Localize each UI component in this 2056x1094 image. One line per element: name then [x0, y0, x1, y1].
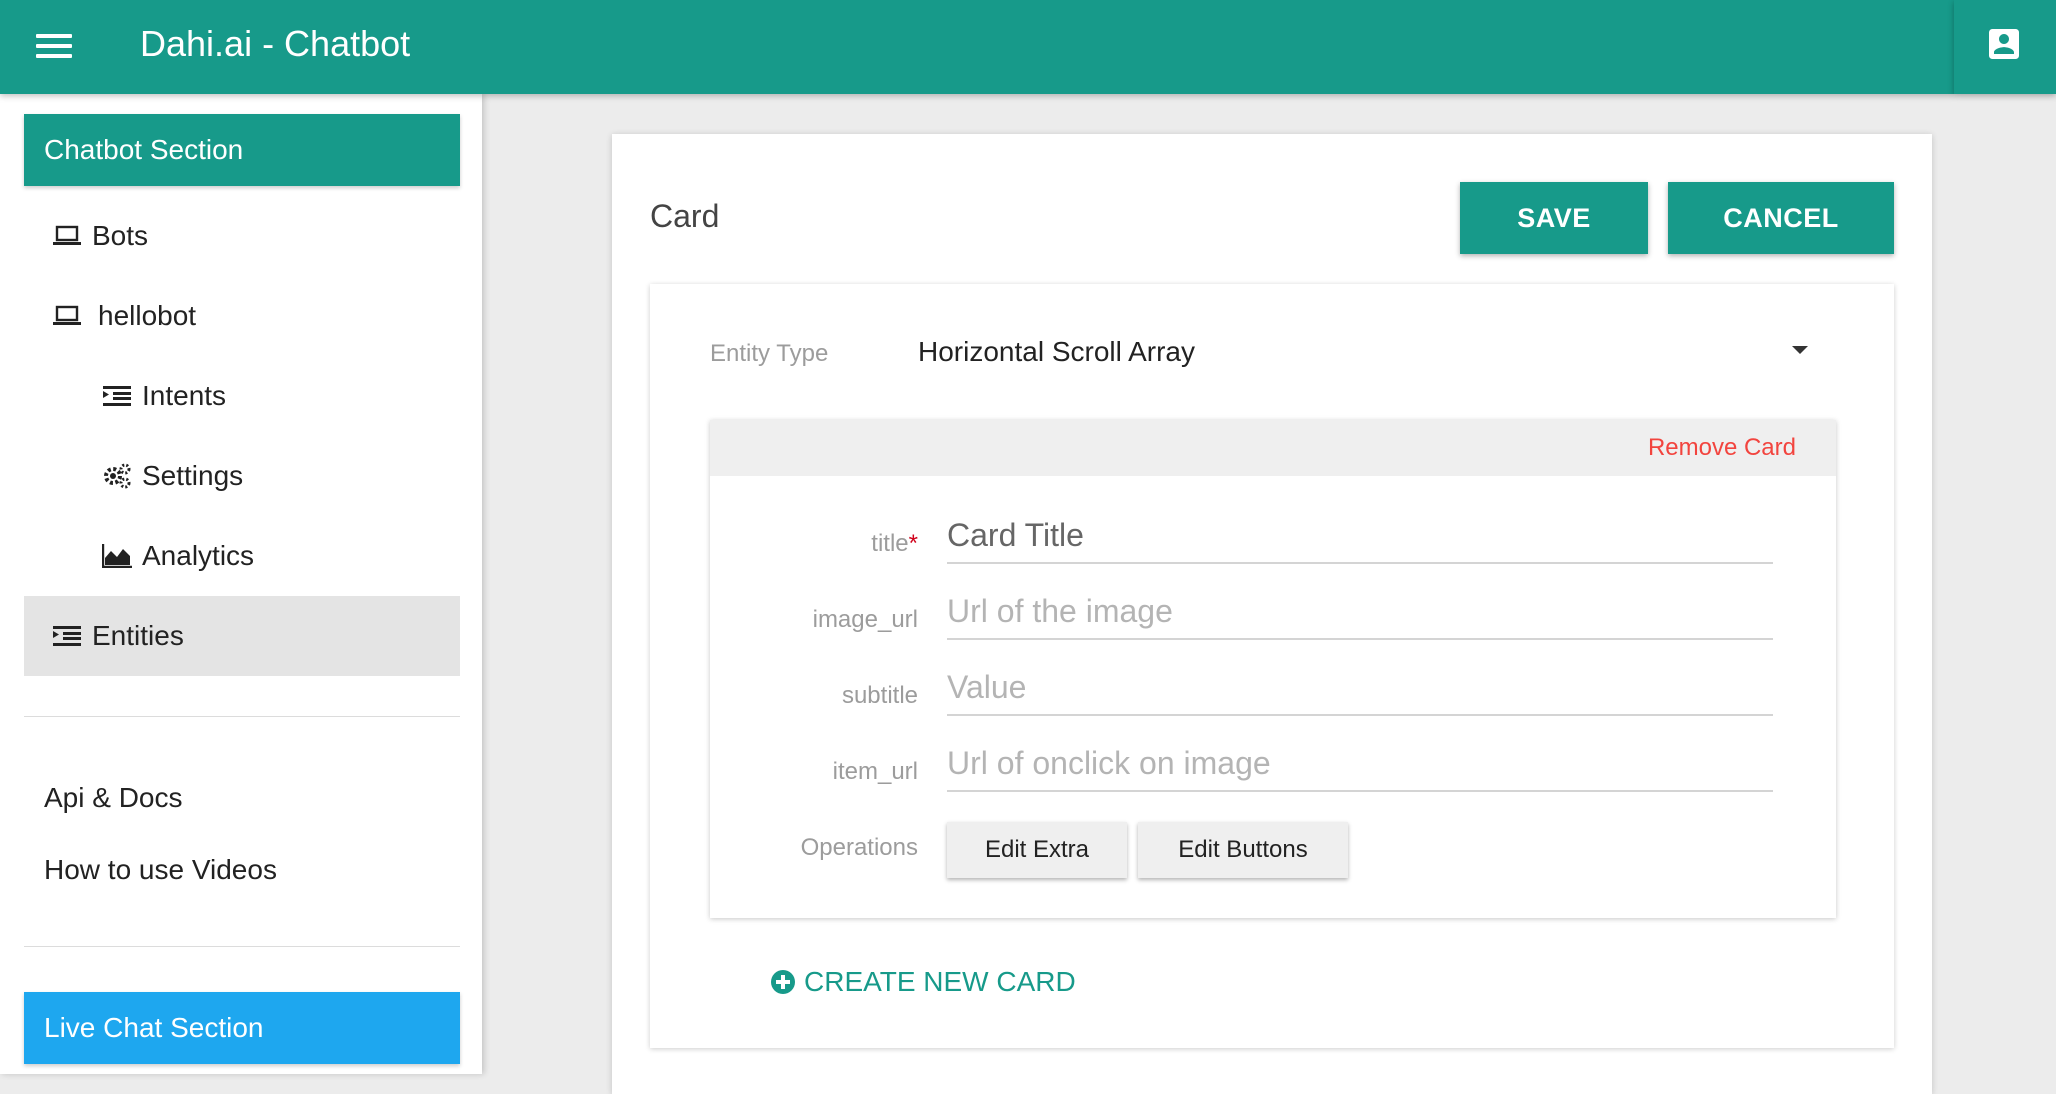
sidebar-item-label: Analytics: [142, 540, 255, 571]
sidebar-divider: [24, 946, 460, 947]
sidebar-item-entities[interactable]: Entities: [24, 596, 460, 676]
sidebar-item-bots[interactable]: Bots: [24, 196, 460, 276]
hamburger-menu-icon[interactable]: [34, 28, 74, 64]
sidebar-item-hellobot[interactable]: hellobot: [24, 276, 460, 356]
sidebar-item-analytics[interactable]: Analytics: [24, 516, 460, 596]
sidebar-item-settings[interactable]: Settings: [24, 436, 460, 516]
cancel-button[interactable]: CANCEL: [1668, 182, 1894, 254]
sidebar-divider: [24, 716, 460, 717]
edit-extra-button[interactable]: Edit Extra: [947, 822, 1127, 878]
list-indent-icon: [52, 625, 82, 647]
top-app-bar: Dahi.ai - Chatbot: [0, 0, 1954, 94]
create-new-card-label: CREATE NEW CARD: [804, 966, 1076, 997]
plus-circle-icon: [770, 969, 796, 995]
create-new-card-button[interactable]: CREATE NEW CARD: [770, 966, 1076, 998]
operations-label: Operations: [800, 834, 918, 861]
sidebar-item-intents[interactable]: Intents: [24, 356, 460, 436]
edit-buttons-button[interactable]: Edit Buttons: [1138, 822, 1348, 878]
caret-down-icon[interactable]: [1792, 346, 1808, 354]
gears-icon: [102, 462, 132, 490]
sidebar: Chatbot Section Bots hellobot Intents Se…: [0, 94, 482, 1074]
api-docs-link[interactable]: Api & Docs: [44, 782, 183, 814]
entity-type-value: Horizontal Scroll Array: [918, 336, 1195, 367]
sidebar-item-label: hellobot: [98, 300, 197, 331]
chatbot-section-header[interactable]: Chatbot Section: [24, 114, 460, 186]
how-to-use-videos-link[interactable]: How to use Videos: [44, 854, 277, 886]
remove-card-button[interactable]: Remove Card: [1648, 434, 1796, 462]
laptop-icon: [52, 225, 82, 247]
laptop-icon: [52, 305, 82, 327]
item-url-input[interactable]: [947, 736, 1773, 792]
account-box-icon: [1989, 29, 2019, 59]
save-button[interactable]: SAVE: [1460, 182, 1648, 254]
sidebar-item-label: Settings: [142, 460, 244, 491]
subtitle-input[interactable]: [947, 660, 1773, 716]
entity-editor: Entity Type Horizontal Scroll Array Remo…: [650, 284, 1894, 1048]
title-label-text: title: [871, 530, 909, 557]
sidebar-item-label: Entities: [92, 620, 184, 651]
live-chat-section-header[interactable]: Live Chat Section: [24, 992, 460, 1064]
profile-button[interactable]: [1954, 0, 2056, 94]
app-title: Dahi.ai - Chatbot: [140, 23, 411, 64]
sidebar-item-label: Bots: [92, 220, 149, 251]
area-chart-icon: [102, 544, 132, 568]
card-item: Remove Card title* image_url subtitle it…: [710, 420, 1836, 918]
title-field-label: title*: [871, 530, 918, 558]
image-url-field-label: image_url: [812, 606, 918, 633]
title-input[interactable]: [947, 508, 1773, 564]
list-indent-icon: [102, 385, 132, 407]
entity-type-label: Entity Type: [710, 340, 829, 367]
page-title: Card: [650, 198, 720, 234]
item-url-field-label: item_url: [832, 758, 918, 785]
card-header: Remove Card: [710, 420, 1836, 476]
subtitle-field-label: subtitle: [841, 682, 918, 709]
sidebar-item-label: Intents: [142, 380, 227, 411]
required-mark: *: [908, 530, 918, 557]
card-editor-panel: Card SAVE CANCEL Entity Type Horizontal …: [612, 134, 1932, 1094]
image-url-input[interactable]: [947, 584, 1773, 640]
